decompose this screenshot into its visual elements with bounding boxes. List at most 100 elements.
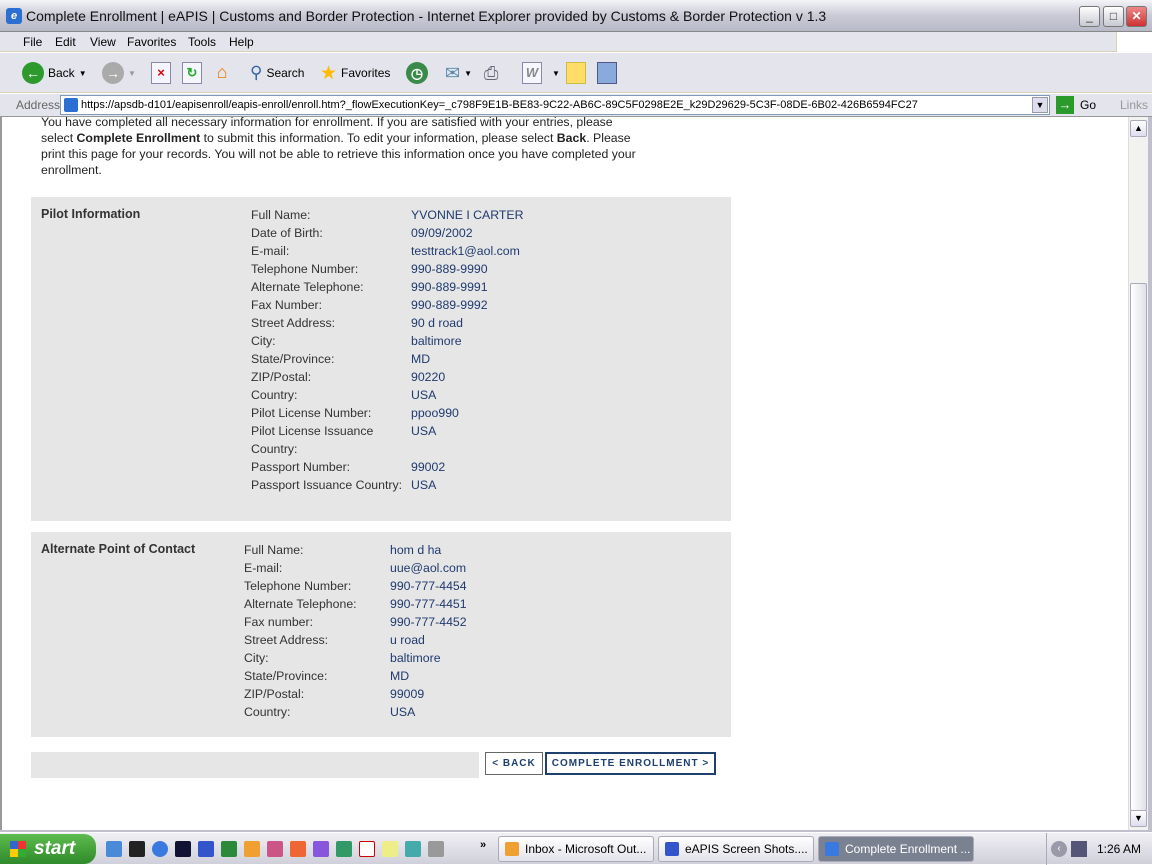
home-icon[interactable]: ⌂: [212, 62, 232, 84]
word-edit-icon[interactable]: W: [522, 62, 542, 84]
field-label: Pilot License Number:: [251, 406, 372, 420]
field-row: E-mail: testtrack1@aol.com: [251, 242, 524, 260]
back-arrow-icon: ←: [22, 62, 44, 84]
book-icon[interactable]: [405, 841, 421, 857]
menu-edit[interactable]: Edit: [55, 35, 76, 49]
window-title: Complete Enrollment | eAPIS | Customs an…: [26, 8, 827, 24]
field-value: MD: [390, 669, 410, 683]
powerpoint-icon[interactable]: [290, 841, 306, 857]
field-value: 90 d road: [411, 316, 463, 330]
go-button[interactable]: → Go: [1056, 96, 1096, 114]
word-task-icon: [665, 842, 679, 856]
scroll-down-icon[interactable]: ▼: [1130, 810, 1147, 827]
outlook-task-icon: [505, 842, 519, 856]
search-icon: ⚲: [250, 63, 263, 82]
field-row: Full Name: hom d ha: [244, 541, 467, 559]
scroll-up-icon[interactable]: ▲: [1130, 120, 1147, 137]
cmd-icon[interactable]: [129, 841, 145, 857]
desktop-icon[interactable]: [106, 841, 122, 857]
links-button[interactable]: Links: [1120, 98, 1148, 112]
forward-arrow-icon: →: [102, 62, 124, 84]
app8-icon[interactable]: [359, 841, 375, 857]
field-label: Telephone Number:: [251, 262, 359, 276]
field-value: MD: [411, 352, 431, 366]
refresh-icon[interactable]: ↻: [182, 62, 202, 84]
field-value: 990-889-9991: [411, 280, 488, 294]
menu-file[interactable]: File: [23, 35, 42, 49]
outlook-icon[interactable]: [244, 841, 260, 857]
field-row: Alternate Telephone: 990-889-9991: [251, 278, 524, 296]
field-label: Full Name:: [251, 208, 311, 222]
pilot-fields: Full Name: YVONNE I CARTER Date of Birth: 0…: [251, 206, 524, 494]
field-row: State/Province: MD: [251, 350, 524, 368]
scroll-thumb[interactable]: [1130, 283, 1147, 811]
tray-expand-icon[interactable]: ‹: [1051, 841, 1067, 857]
page-icon: [64, 98, 78, 112]
publisher-icon[interactable]: [336, 841, 352, 857]
minimize-button[interactable]: _: [1079, 6, 1100, 27]
menu-tools[interactable]: Tools: [188, 35, 216, 49]
field-value: 09/09/2002: [411, 226, 473, 240]
menu-favorites[interactable]: Favorites: [127, 35, 176, 49]
mail-icon[interactable]: ✉: [445, 63, 460, 84]
field-label: City:: [251, 334, 276, 348]
back-button-form[interactable]: < BACK: [485, 752, 543, 775]
close-button[interactable]: ✕: [1126, 6, 1147, 27]
system-tray: ‹ 1:26 AM: [1046, 833, 1152, 865]
field-label: Alternate Telephone:: [251, 280, 364, 294]
search-button[interactable]: ⚲ Search: [250, 61, 304, 85]
favorites-button[interactable]: ★ Favorites: [320, 61, 390, 85]
task-ie[interactable]: Complete Enrollment ...: [818, 836, 974, 862]
app-icon[interactable]: [175, 841, 191, 857]
field-label: Date of Birth:: [251, 226, 323, 240]
address-bar: Address https://apsdb-d101/eapisenroll/e…: [0, 94, 1152, 117]
ie-quicklaunch-icon[interactable]: [152, 841, 168, 857]
field-value: USA: [411, 424, 437, 438]
field-row: Street Address: 90 d road: [251, 314, 524, 332]
back-button[interactable]: ← Back ▼: [22, 61, 87, 85]
ie-task-icon: [825, 842, 839, 856]
task-word[interactable]: eAPIS Screen Shots....: [658, 836, 814, 862]
start-button[interactable]: start: [0, 834, 96, 864]
field-label: Passport Number:: [251, 460, 351, 474]
research-icon[interactable]: [597, 62, 617, 84]
word-icon[interactable]: [198, 841, 214, 857]
quick-launch: [106, 841, 444, 857]
visio-icon[interactable]: [313, 841, 329, 857]
forward-button[interactable]: → ▼: [102, 61, 136, 85]
history-icon[interactable]: ◷: [406, 62, 428, 84]
scanner-icon[interactable]: [428, 841, 444, 857]
menu-help[interactable]: Help: [229, 35, 254, 49]
mail-app-icon[interactable]: [382, 841, 398, 857]
print-icon[interactable]: ⎙: [484, 63, 498, 84]
menu-view[interactable]: View: [90, 35, 116, 49]
network-icon[interactable]: [1071, 841, 1087, 857]
address-url: https://apsdb-d101/eapisenroll/eapis-enr…: [81, 99, 918, 111]
ie-icon: e: [6, 8, 22, 24]
go-label: Go: [1080, 98, 1097, 112]
excel-icon[interactable]: [221, 841, 237, 857]
field-value: 90220: [411, 370, 446, 384]
field-label: Pilot License Issuance Country:: [251, 424, 374, 456]
task-outlook[interactable]: Inbox - Microsoft Out...: [498, 836, 654, 862]
field-row: State/Province: MD: [244, 667, 467, 685]
stop-icon[interactable]: ×: [151, 62, 171, 84]
toolbar: ← Back ▼ → ▼ × ↻ ⌂ ⚲ Search ★ Favorites ◷…: [0, 53, 1152, 93]
field-label: Passport Issuance Country:: [251, 478, 403, 492]
access-icon[interactable]: [267, 841, 283, 857]
address-dropdown-icon[interactable]: ▼: [1032, 97, 1048, 113]
field-value: YVONNE I CARTER: [411, 208, 524, 222]
complete-enrollment-button[interactable]: COMPLETE ENROLLMENT >: [545, 752, 716, 775]
overflow-chevron-icon[interactable]: »: [480, 839, 486, 851]
contact-fields: Full Name: hom d ha E-mail: uue@aol.com Tele…: [244, 541, 467, 721]
vertical-scrollbar[interactable]: ▲ ▼: [1128, 117, 1148, 830]
field-value: 990-889-9992: [411, 298, 488, 312]
back-label: Back: [48, 66, 75, 80]
maximize-button[interactable]: □: [1103, 6, 1124, 27]
field-row: Pilot License Number: ppoo990: [251, 404, 524, 422]
field-value: 99002: [411, 460, 446, 474]
page-content: You have completed all necessary informa…: [0, 117, 1128, 830]
note-icon[interactable]: [566, 62, 586, 84]
address-input[interactable]: https://apsdb-d101/eapisenroll/eapis-enr…: [60, 95, 1050, 115]
field-label: Street Address:: [244, 633, 329, 647]
